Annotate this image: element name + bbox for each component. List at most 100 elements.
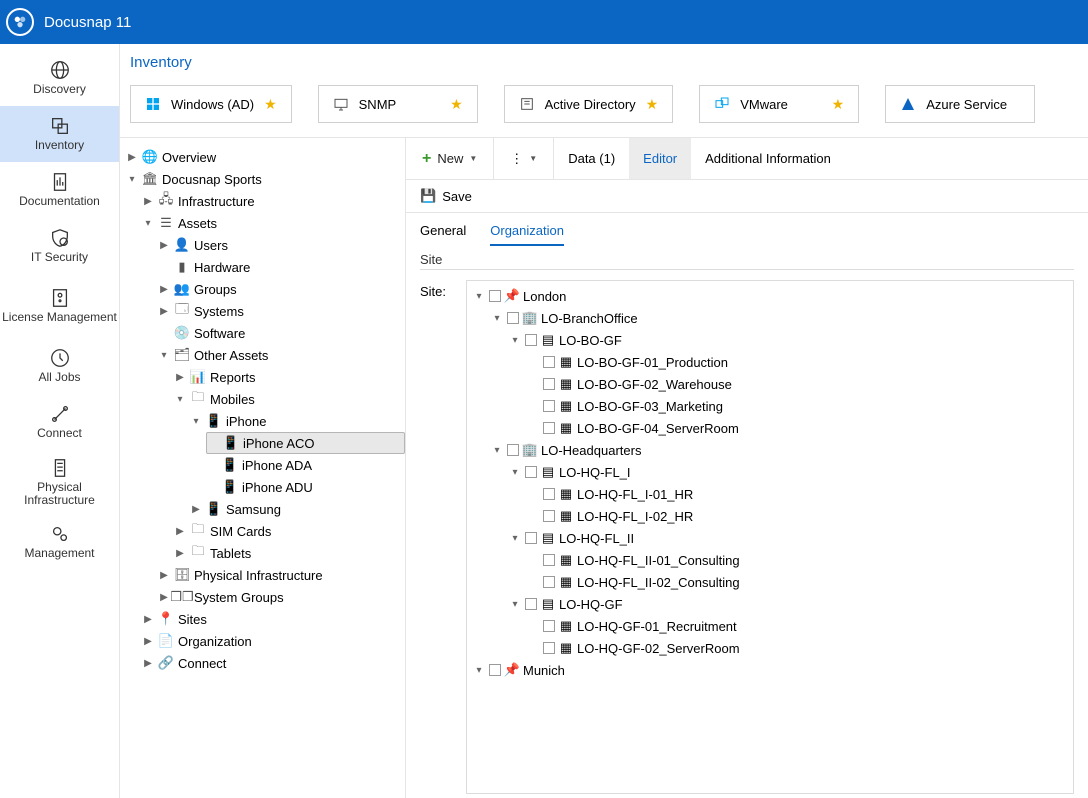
tree-overview[interactable]: ▶ 🌐 Overview bbox=[126, 146, 405, 168]
checkbox[interactable] bbox=[507, 444, 519, 456]
checkbox[interactable] bbox=[543, 488, 555, 500]
tree-physinfra[interactable]: ▶🗄Physical Infrastructure bbox=[158, 564, 405, 586]
form-tab-organization[interactable]: Organization bbox=[490, 223, 564, 246]
tree-root[interactable]: ▾ 🏛 Docusnap Sports bbox=[126, 168, 405, 190]
server-icon: 🗄 bbox=[174, 567, 190, 583]
tab-editor[interactable]: Editor bbox=[629, 138, 691, 179]
checkbox[interactable] bbox=[525, 532, 537, 544]
site-lobo4-label: LO-BO-GF-04_ServerRoom bbox=[577, 421, 739, 436]
save-button[interactable]: Save bbox=[442, 189, 472, 204]
site-lobo2[interactable]: ▶▦LO-BO-GF-02_Warehouse bbox=[527, 373, 1073, 395]
tree-groups[interactable]: ▶👥Groups bbox=[158, 278, 405, 300]
tree-reports[interactable]: ▶📊Reports bbox=[174, 366, 405, 388]
chip-vmware[interactable]: VMware ★ bbox=[699, 85, 859, 123]
server-icon bbox=[49, 457, 71, 479]
floor-icon: ▤ bbox=[541, 333, 555, 347]
site-lohqgf[interactable]: ▾▤LO-HQ-GF bbox=[509, 593, 1073, 615]
site-lobo1[interactable]: ▶▦LO-BO-GF-01_Production bbox=[527, 351, 1073, 373]
tree-systems[interactable]: ▶🗔Systems bbox=[158, 300, 405, 322]
site-lohqgf2-label: LO-HQ-GF-02_ServerRoom bbox=[577, 641, 740, 656]
tree-samsung-label: Samsung bbox=[226, 502, 281, 517]
site-lohqfl1-2[interactable]: ▶▦LO-HQ-FL_I-02_HR bbox=[527, 505, 1073, 527]
toolbar-more-group[interactable]: ⋮ ▼ bbox=[494, 138, 554, 179]
chevron-right-icon: ▶ bbox=[158, 306, 170, 317]
chevron-right-icon: ▶ bbox=[158, 240, 170, 251]
tree-iphone-adu[interactable]: ▶📱iPhone ADU bbox=[206, 476, 405, 498]
nav-alljobs[interactable]: All Jobs bbox=[0, 338, 119, 394]
nav-itsecurity[interactable]: IT Security bbox=[0, 218, 119, 274]
nav-connect[interactable]: Connect bbox=[0, 394, 119, 450]
site-london[interactable]: ▾📌London bbox=[473, 285, 1073, 307]
chevron-down-icon: ▾ bbox=[473, 291, 485, 302]
site-lohqfl1-1[interactable]: ▶▦LO-HQ-FL_I-01_HR bbox=[527, 483, 1073, 505]
checkbox[interactable] bbox=[543, 400, 555, 412]
tree-iphone[interactable]: ▾📱iPhone bbox=[190, 410, 405, 432]
room-icon: ▦ bbox=[559, 355, 573, 369]
tree-software[interactable]: ▶💿Software bbox=[158, 322, 405, 344]
checkbox[interactable] bbox=[543, 378, 555, 390]
checkbox[interactable] bbox=[489, 290, 501, 302]
chip-windows-ad[interactable]: Windows (AD) ★ bbox=[130, 85, 292, 123]
toolbar-addl-info[interactable]: Additional Information bbox=[691, 151, 845, 166]
nav-documentation[interactable]: Documentation bbox=[0, 162, 119, 218]
tree-infra[interactable]: ▶🖧Infrastructure bbox=[142, 190, 405, 212]
toolbar-new-group: + New ▼ bbox=[406, 138, 494, 179]
tree-organization[interactable]: ▶📄Organization bbox=[142, 630, 405, 652]
site-lobogf[interactable]: ▾▤LO-BO-GF bbox=[509, 329, 1073, 351]
site-lobranch[interactable]: ▾🏢LO-BranchOffice bbox=[491, 307, 1073, 329]
checkbox[interactable] bbox=[543, 642, 555, 654]
site-lohqfl1[interactable]: ▾▤LO-HQ-FL_I bbox=[509, 461, 1073, 483]
checkbox[interactable] bbox=[543, 620, 555, 632]
checkbox[interactable] bbox=[525, 598, 537, 610]
site-lohqgf1[interactable]: ▶▦LO-HQ-GF-01_Recruitment bbox=[527, 615, 1073, 637]
chip-azure[interactable]: Azure Service bbox=[885, 85, 1035, 123]
tree-hardware[interactable]: ▶▮Hardware bbox=[158, 256, 405, 278]
checkbox[interactable] bbox=[543, 356, 555, 368]
tree-sysgroups[interactable]: ▶❒❒System Groups bbox=[158, 586, 405, 608]
checkbox[interactable] bbox=[507, 312, 519, 324]
nav-license[interactable]: License Management bbox=[0, 274, 119, 338]
tree-users[interactable]: ▶👤Users bbox=[158, 234, 405, 256]
checkbox[interactable] bbox=[543, 554, 555, 566]
checkbox[interactable] bbox=[489, 664, 501, 676]
site-lohqfl2-2[interactable]: ▶▦LO-HQ-FL_II-02_Consulting bbox=[527, 571, 1073, 593]
checkbox[interactable] bbox=[525, 334, 537, 346]
site-lobo4[interactable]: ▶▦LO-BO-GF-04_ServerRoom bbox=[527, 417, 1073, 439]
nav-physical[interactable]: Physical Infrastructure bbox=[0, 450, 119, 514]
nav-inventory[interactable]: Inventory bbox=[0, 106, 119, 162]
content: Inventory Windows (AD) ★ SNMP ★ bbox=[120, 44, 1088, 798]
site-lobo1-label: LO-BO-GF-01_Production bbox=[577, 355, 728, 370]
tree-tablets[interactable]: ▶🗀Tablets bbox=[174, 542, 405, 564]
tree-connect-label: Connect bbox=[178, 656, 226, 671]
more-icon: ⋮ bbox=[510, 151, 523, 167]
chevron-down-icon: ▾ bbox=[142, 218, 154, 229]
tree-connect[interactable]: ▶🔗Connect bbox=[142, 652, 405, 674]
site-lobo3[interactable]: ▶▦LO-BO-GF-03_Marketing bbox=[527, 395, 1073, 417]
nav-management[interactable]: Management bbox=[0, 514, 119, 570]
form-tab-general[interactable]: General bbox=[420, 223, 466, 246]
checkbox[interactable] bbox=[543, 422, 555, 434]
site-lohqgf2[interactable]: ▶▦LO-HQ-GF-02_ServerRoom bbox=[527, 637, 1073, 659]
tab-data[interactable]: Data (1) bbox=[554, 138, 629, 179]
tree-sim[interactable]: ▶🗀SIM Cards bbox=[174, 520, 405, 542]
tree-other[interactable]: ▾🗂Other Assets bbox=[158, 344, 405, 366]
chip-ad[interactable]: Active Directory ★ bbox=[504, 85, 674, 123]
tree-iphone-ada[interactable]: ▶📱iPhone ADA bbox=[206, 454, 405, 476]
nav-discovery[interactable]: Discovery bbox=[0, 50, 119, 106]
checkbox[interactable] bbox=[525, 466, 537, 478]
site-munich[interactable]: ▾📌Munich bbox=[473, 659, 1073, 681]
chip-snmp[interactable]: SNMP ★ bbox=[318, 85, 478, 123]
tree-assets[interactable]: ▾☰Assets bbox=[142, 212, 405, 234]
tree-samsung[interactable]: ▶📱Samsung bbox=[190, 498, 405, 520]
checkbox[interactable] bbox=[543, 510, 555, 522]
tree-iphone-aco[interactable]: ▶📱iPhone ACO bbox=[206, 432, 405, 454]
new-button[interactable]: + New ▼ bbox=[422, 150, 477, 168]
tree-users-label: Users bbox=[194, 238, 228, 253]
tree-sites[interactable]: ▶📍Sites bbox=[142, 608, 405, 630]
checkbox[interactable] bbox=[543, 576, 555, 588]
tree-sim-label: SIM Cards bbox=[210, 524, 271, 539]
tree-mobiles[interactable]: ▾🗀Mobiles bbox=[174, 388, 405, 410]
site-lohqfl2[interactable]: ▾▤LO-HQ-FL_II bbox=[509, 527, 1073, 549]
site-lohqfl2-1[interactable]: ▶▦LO-HQ-FL_II-01_Consulting bbox=[527, 549, 1073, 571]
site-lohq[interactable]: ▾🏢LO-Headquarters bbox=[491, 439, 1073, 461]
